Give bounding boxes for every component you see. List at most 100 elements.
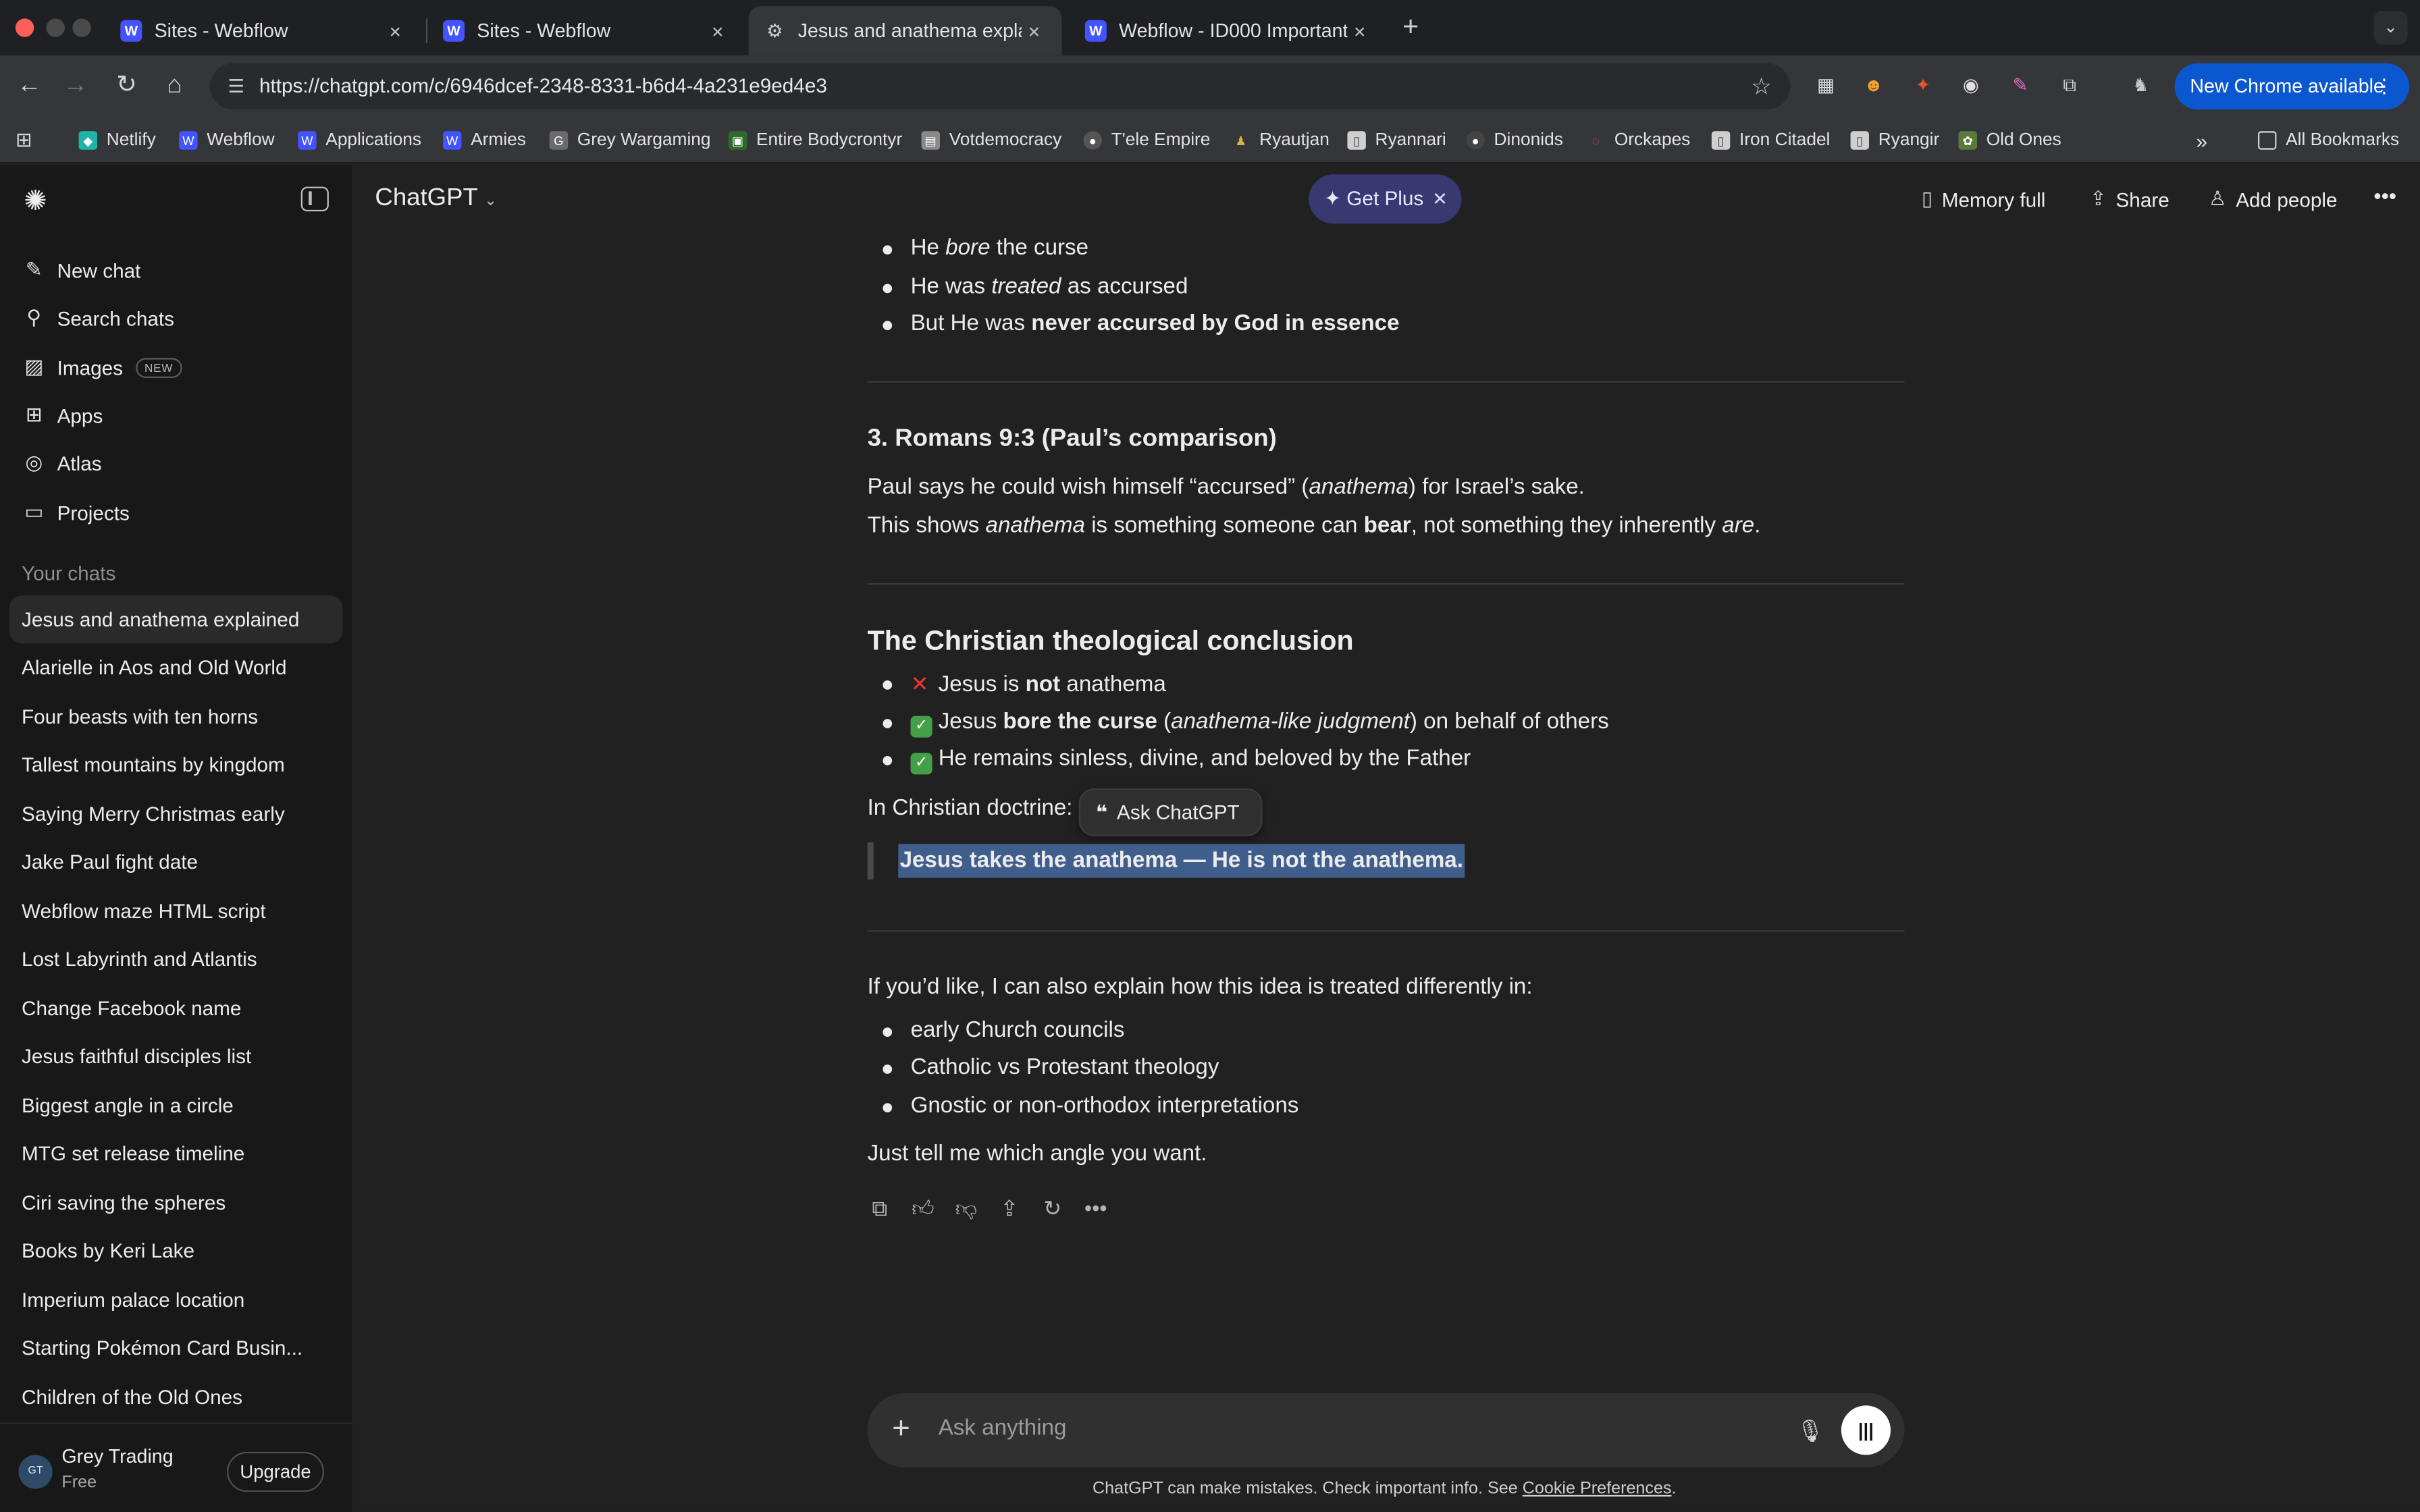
sidebar-item-atlas[interactable]: ◎ Atlas (9, 439, 343, 486)
chat-item[interactable]: Starting Pokémon Card Busin... (9, 1324, 343, 1372)
url-text[interactable]: https://chatgpt.com/c/6946dcef-2348-8331… (259, 74, 827, 97)
sidebar-item-projects[interactable]: ▭ Projects (9, 489, 343, 536)
ask-chatgpt-button[interactable]: ❝ Ask ChatGPT (1078, 788, 1263, 836)
home-icon[interactable]: ⌂ (157, 70, 191, 103)
add-people-button[interactable]: ♙ Add people (2209, 187, 2338, 212)
microphone-icon[interactable]: 🎙︎ (1795, 1413, 1826, 1447)
bookmark-iron-citadel[interactable]: ▯ Iron Citadel (1711, 128, 1830, 153)
chat-item-active[interactable]: Jesus and anathema explained (9, 595, 343, 644)
chat-item[interactable]: Imperium palace location (9, 1276, 343, 1324)
chat-item[interactable]: MTG set release timeline (9, 1129, 343, 1177)
thumbs-up-icon[interactable]: 👍︎ (909, 1194, 937, 1222)
chat-item[interactable]: Lost Labyrinth and Atlantis (9, 935, 343, 983)
tab-search-icon[interactable]: ⌄ (2373, 10, 2408, 45)
minimize-window-button[interactable] (46, 18, 65, 37)
tab-close-icon[interactable]: × (1022, 20, 1047, 43)
kebab-menu-icon[interactable]: ⋮ (2375, 63, 2394, 110)
plus-icon[interactable]: + (892, 1411, 910, 1445)
chat-item[interactable]: Webflow maze HTML script (9, 887, 343, 935)
chat-item[interactable]: Ciri saving the spheres (9, 1179, 343, 1226)
bookmark-tele-empire[interactable]: ● T'ele Empire (1083, 128, 1210, 153)
all-bookmarks-button[interactable]: All Bookmarks (2257, 128, 2399, 153)
bookmark-dinonids[interactable]: ● Dinonids (1466, 128, 1563, 153)
camera-extension-icon[interactable]: ◉ (1957, 71, 1984, 99)
sidebar-item-new-chat[interactable]: ✎ New chat (9, 247, 343, 294)
chat-item[interactable]: Children of the Old Ones (9, 1373, 343, 1421)
page-icon: ▯ (1711, 131, 1731, 150)
message-input[interactable]: Ask anything (939, 1416, 1067, 1441)
user-extension-icon[interactable]: ☻ (1860, 71, 1887, 99)
picker-extension-icon[interactable]: ✎ (2006, 71, 2034, 99)
browser-tab[interactable]: W Sites - Webflow × (427, 6, 745, 55)
puzzle-extension-icon[interactable]: ⧉ (2056, 71, 2084, 99)
bookmark-star-icon[interactable]: ☆ (1751, 72, 1772, 101)
selected-quote-text[interactable]: Jesus takes the anathema — He is not the… (898, 844, 1465, 878)
new-chrome-available-button[interactable]: New Chrome available ⋮ (2174, 63, 2409, 110)
bookmark-applications[interactable]: W Applications (298, 128, 421, 153)
close-icon[interactable]: ✕ (1432, 174, 1448, 223)
profile-avatar-icon[interactable]: ♞ (2127, 71, 2155, 99)
more-options-icon[interactable]: ••• (2373, 184, 2396, 209)
bookmark-webflow[interactable]: W Webflow (179, 128, 275, 153)
voice-mode-button[interactable]: ||| (1841, 1405, 1891, 1455)
bookmark-label: Entire Bodycrontyr (756, 131, 903, 150)
apps-grid-icon[interactable]: ⊞ (16, 128, 32, 153)
model-selector[interactable]: ChatGPT ⌄ (375, 185, 497, 213)
tab-close-icon[interactable]: × (383, 20, 408, 43)
bookmark-armies[interactable]: W Armies (442, 128, 526, 153)
forward-icon[interactable]: → (59, 70, 93, 103)
sidebar-toggle-icon[interactable] (300, 186, 329, 212)
chat-item[interactable]: Four beasts with ten horns (9, 693, 343, 740)
maximize-window-button[interactable] (72, 18, 91, 37)
bookmark-ryangir[interactable]: ▯ Ryangir (1850, 128, 1940, 153)
bookmarks-overflow-icon[interactable]: » (2197, 128, 2208, 153)
bookmark-old-ones[interactable]: ✿ Old Ones (1958, 128, 2061, 153)
bookmark-ryannari[interactable]: ▯ Ryannari (1347, 128, 1446, 153)
share-button[interactable]: ⇪ Share (2090, 187, 2169, 212)
tab-close-icon[interactable]: × (706, 20, 731, 43)
copy-icon[interactable]: ⧉ (866, 1194, 893, 1222)
regenerate-icon[interactable]: ↻ (1038, 1194, 1066, 1222)
browser-tab[interactable]: W Webflow - ID000 Important A × (1070, 6, 1388, 55)
search-icon: ⚲ (26, 305, 42, 329)
share-icon[interactable]: ⇪ (995, 1194, 1023, 1222)
fox-extension-icon[interactable]: ✦ (1909, 71, 1937, 99)
sidebar-item-images[interactable]: ▨ Images NEW (9, 344, 343, 391)
sidebar-item-search-chats[interactable]: ⚲ Search chats (9, 295, 343, 342)
tab-close-icon[interactable]: × (1347, 20, 1372, 43)
browser-tab-active[interactable]: ⚙ Jesus and anathema explaine × (748, 6, 1062, 56)
bookmark-votdemocracy[interactable]: ▤ Votdemocracy (921, 128, 1061, 153)
bookmark-entire-bodycrontyr[interactable]: ▣ Entire Bodycrontyr (728, 128, 903, 153)
new-tab-button[interactable]: + (1395, 12, 1426, 43)
chat-item[interactable]: Saying Merry Christmas early (9, 790, 343, 838)
bookmark-grey-wargaming[interactable]: G Grey Wargaming (549, 128, 711, 153)
thumbs-down-icon[interactable]: 👎︎ (952, 1194, 980, 1222)
bookmark-netlify[interactable]: ◆ Netlify (78, 128, 156, 153)
cookie-preferences-link[interactable]: Cookie Preferences (1523, 1480, 1672, 1498)
chat-item[interactable]: Jake Paul fight date (9, 838, 343, 886)
ask-chatgpt-label: Ask ChatGPT (1117, 801, 1240, 824)
quote-icon: ❝ (1095, 801, 1108, 824)
chat-item[interactable]: Books by Keri Lake (9, 1226, 343, 1274)
chat-item[interactable]: Jesus faithful disciples list (9, 1032, 343, 1080)
site-info-icon[interactable]: ☰ (222, 72, 250, 100)
chat-item[interactable]: Change Facebook name (9, 984, 343, 1032)
chat-item[interactable]: Tallest mountains by kingdom (9, 740, 343, 788)
reload-icon[interactable]: ↻ (109, 70, 143, 103)
chat-item[interactable]: Alarielle in Aos and Old World (9, 643, 343, 691)
sidebar-item-apps[interactable]: ⊞ Apps (9, 392, 343, 439)
memory-full-button[interactable]: ▯ Memory full (1922, 187, 2046, 212)
back-icon[interactable]: ← (12, 70, 46, 103)
browser-tab[interactable]: W Sites - Webflow × (105, 6, 423, 55)
qr-extension-icon[interactable]: ▦ (1812, 71, 1839, 99)
get-plus-button[interactable]: ✦ Get Plus ✕ (1309, 174, 1462, 224)
openai-logo-icon[interactable]: ✺ (18, 184, 52, 217)
more-icon[interactable]: ••• (1082, 1194, 1109, 1222)
bookmark-orckapes[interactable]: ◌ Orckapes (1587, 128, 1690, 153)
account-footer[interactable]: GT Grey Trading Free Upgrade (0, 1422, 352, 1512)
chat-item[interactable]: Biggest angle in a circle (9, 1081, 343, 1129)
address-bar[interactable]: ☰ https://chatgpt.com/c/6946dcef-2348-83… (209, 63, 1791, 110)
bookmark-label: Ryangir (1878, 131, 1940, 150)
bookmark-ryautjan[interactable]: ♟ Ryautjan (1232, 128, 1329, 153)
close-window-button[interactable] (15, 18, 34, 37)
